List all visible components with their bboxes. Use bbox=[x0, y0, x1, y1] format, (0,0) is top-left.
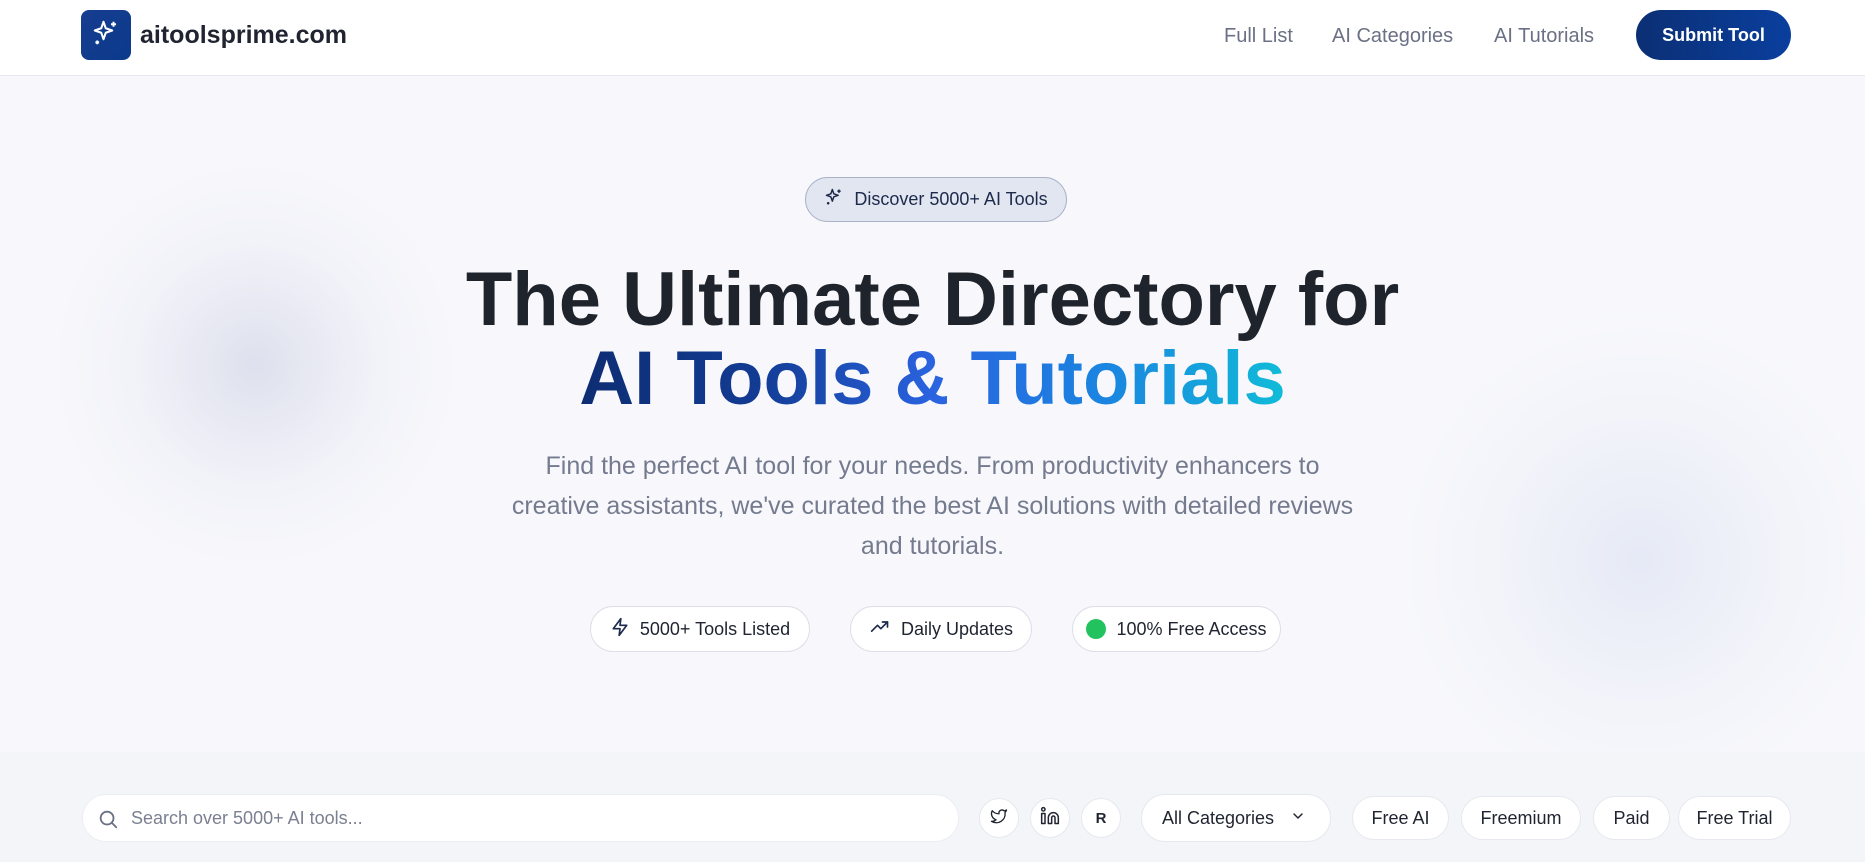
filter-paid[interactable]: Paid bbox=[1593, 796, 1670, 840]
stat-free-access: 100% Free Access bbox=[1072, 606, 1281, 652]
reddit-icon: R bbox=[1095, 809, 1107, 827]
hero-title-gradient: AI Tools & Tutorials bbox=[579, 336, 1286, 421]
site-name[interactable]: aitoolsprime.com bbox=[140, 20, 347, 50]
filter-freemium[interactable]: Freemium bbox=[1461, 796, 1581, 840]
linkedin-button[interactable] bbox=[1030, 798, 1070, 838]
stat-label: 5000+ Tools Listed bbox=[639, 618, 791, 639]
lightning-icon bbox=[610, 617, 630, 642]
stat-daily-updates: Daily Updates bbox=[850, 606, 1032, 652]
filter-free-ai[interactable]: Free AI bbox=[1352, 796, 1449, 840]
badge-label: Discover 5000+ AI Tools bbox=[854, 189, 1048, 209]
nav-full-list[interactable]: Full List bbox=[1224, 24, 1293, 48]
stat-tools-listed: 5000+ Tools Listed bbox=[590, 606, 810, 652]
filter-free-trial[interactable]: Free Trial bbox=[1678, 796, 1791, 840]
category-select[interactable]: All Categories bbox=[1141, 794, 1331, 842]
logo[interactable] bbox=[81, 10, 131, 60]
stat-label: 100% Free Access bbox=[1116, 618, 1267, 639]
linkedin-icon bbox=[1040, 806, 1060, 830]
sparkle-icon bbox=[824, 187, 844, 212]
twitter-button[interactable] bbox=[979, 798, 1019, 838]
sparkle-icon bbox=[91, 18, 121, 53]
stat-label: Daily Updates bbox=[900, 618, 1014, 639]
reddit-button[interactable]: R bbox=[1081, 798, 1121, 838]
site-header: aitoolsprime.com Full List AI Categories… bbox=[0, 0, 1865, 76]
chevron-down-icon bbox=[1290, 808, 1306, 829]
search-input[interactable] bbox=[131, 795, 931, 841]
discover-badge: Discover 5000+ AI Tools bbox=[805, 177, 1067, 222]
hero-subtitle: Find the perfect AI tool for your needs.… bbox=[511, 452, 1354, 560]
hero-title-highlight: AI Tools & Tutorials bbox=[0, 339, 1865, 419]
submit-tool-button[interactable]: Submit Tool bbox=[1636, 10, 1791, 60]
nav-ai-categories[interactable]: AI Categories bbox=[1332, 24, 1453, 48]
nav-ai-tutorials[interactable]: AI Tutorials bbox=[1494, 24, 1594, 48]
twitter-icon bbox=[989, 807, 1009, 829]
category-select-value: All Categories bbox=[1162, 807, 1275, 828]
trending-up-icon bbox=[869, 617, 891, 642]
green-dot-icon bbox=[1086, 619, 1107, 639]
search-box[interactable] bbox=[82, 794, 959, 842]
hero-title: The Ultimate Directory for bbox=[465, 257, 1400, 342]
search-icon bbox=[97, 808, 119, 835]
